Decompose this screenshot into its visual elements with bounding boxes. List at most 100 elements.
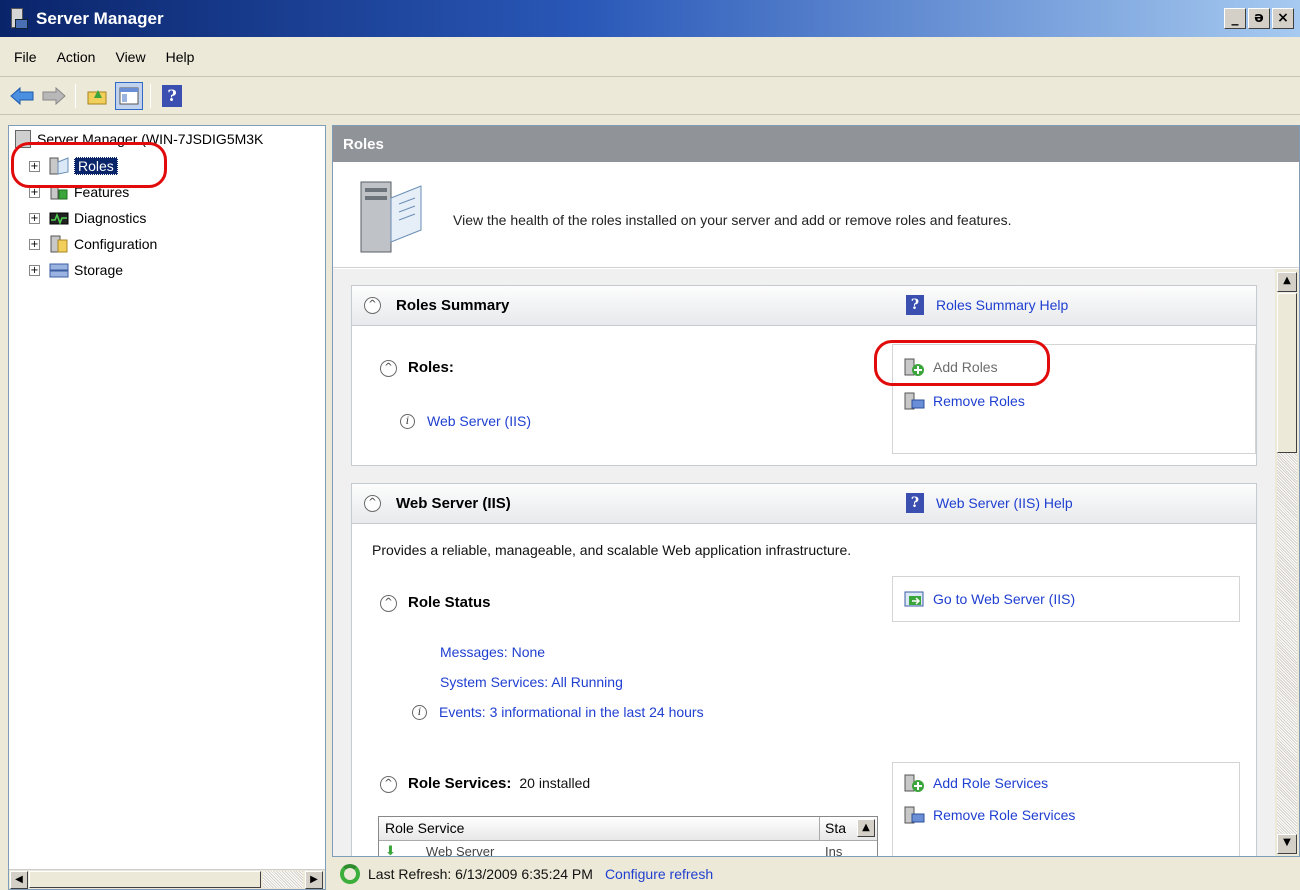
- go-to-icon: [904, 591, 924, 607]
- web-server-description: Provides a reliable, manageable, and sca…: [372, 542, 852, 558]
- remove-roles-button[interactable]: Remove Roles: [903, 391, 1025, 411]
- roles-subheading: Roles:: [408, 359, 454, 376]
- scroll-thumb[interactable]: [1277, 293, 1297, 453]
- menu-bar: File Action View Help: [0, 37, 1300, 77]
- go-to-web-server-button[interactable]: Go to Web Server (IIS): [903, 589, 1075, 609]
- folder-up-icon: [87, 90, 107, 105]
- role-services-count: 20 installed: [519, 775, 591, 791]
- configure-refresh-link[interactable]: Configure refresh: [605, 866, 713, 882]
- roles-banner: View the health of the roles installed o…: [333, 162, 1299, 268]
- tree-item-diagnostics[interactable]: + Diagnostics: [29, 208, 146, 228]
- web-server-header: ^ Web Server (IIS) ? Web Server (IIS) He…: [352, 484, 1256, 524]
- expand-icon[interactable]: +: [29, 212, 40, 224]
- last-refresh-text: Last Refresh: 6/13/2009 6:35:24 PM: [368, 866, 593, 882]
- diagnostics-icon: [49, 212, 69, 226]
- help-button[interactable]: ?: [158, 82, 186, 110]
- section-title: Roles Summary: [396, 297, 510, 314]
- maximize-button[interactable]: ǝ: [1248, 8, 1270, 29]
- help-icon: ?: [906, 295, 924, 315]
- page-title: Roles: [333, 126, 1299, 162]
- collapse-icon[interactable]: ^: [380, 776, 397, 793]
- refresh-icon: [340, 864, 360, 884]
- storage-icon: [49, 263, 69, 278]
- forward-button[interactable]: [40, 82, 68, 110]
- remove-role-services-button[interactable]: Remove Role Services: [903, 805, 1075, 825]
- roles-server-icon: [360, 181, 422, 253]
- toolbar-separator: [75, 84, 76, 108]
- show-hide-console-tree-button[interactable]: [115, 82, 143, 110]
- add-role-services-label: Add Role Services: [933, 775, 1049, 791]
- grid-header: Role Service Sta ▲: [379, 817, 877, 841]
- grid-scroll-up-icon[interactable]: ▲: [857, 819, 875, 837]
- menu-help[interactable]: Help: [158, 45, 207, 69]
- close-button[interactable]: ×: [1272, 8, 1294, 29]
- web-server-link[interactable]: Web Server (IIS): [427, 413, 531, 429]
- up-one-level-button[interactable]: [83, 82, 111, 110]
- tree-item-storage[interactable]: + Storage: [29, 260, 123, 280]
- role-services-heading: Role Services:: [408, 775, 512, 792]
- remove-role-services-icon: [904, 806, 925, 824]
- scroll-left-icon[interactable]: ◀: [10, 871, 28, 889]
- highlight-oval-add-roles: [874, 340, 1050, 386]
- events-link[interactable]: Events: 3 informational in the last 24 h…: [439, 704, 704, 720]
- help-icon: ?: [162, 85, 182, 107]
- remove-roles-label: Remove Roles: [933, 393, 1025, 409]
- messages-link[interactable]: Messages: None: [440, 644, 545, 660]
- title-bar: Server Manager _ ǝ ×: [0, 0, 1300, 37]
- server-manager-icon: [8, 7, 30, 31]
- role-status-heading: Role Status: [408, 594, 491, 611]
- grid-row[interactable]: ⬇ Web Server: [385, 843, 494, 856]
- roles-summary-help-link[interactable]: ? Roles Summary Help: [906, 295, 1068, 315]
- system-services-link[interactable]: System Services: All Running: [440, 674, 623, 690]
- toolbar: ?: [0, 78, 1300, 115]
- tree-horizontal-scrollbar[interactable]: ◀ ▶: [9, 869, 325, 889]
- scroll-thumb[interactable]: [29, 871, 261, 888]
- details-pane: Roles View the health of the roles insta…: [332, 125, 1300, 857]
- menu-view[interactable]: View: [107, 45, 157, 69]
- forward-arrow-icon: [42, 86, 66, 106]
- menu-file[interactable]: File: [6, 45, 49, 69]
- scroll-right-icon[interactable]: ▶: [305, 871, 323, 889]
- tree-item-label: Storage: [74, 262, 124, 278]
- collapse-icon[interactable]: ^: [364, 495, 381, 512]
- info-icon: i: [400, 413, 415, 429]
- menu-action[interactable]: Action: [49, 45, 108, 69]
- help-icon: ?: [906, 493, 924, 513]
- window-title: Server Manager: [36, 8, 164, 28]
- expand-icon[interactable]: +: [29, 264, 40, 276]
- role-services-grid[interactable]: Role Service Sta ▲ ⬇ Web Server Ins: [378, 816, 878, 857]
- back-button[interactable]: [8, 82, 36, 110]
- column-header-role-service[interactable]: Role Service: [385, 820, 464, 836]
- content-vertical-scrollbar[interactable]: ▲ ▼: [1275, 269, 1299, 856]
- console-tree: Server Manager (WIN-7JSDIG5M3K + Roles +…: [8, 125, 326, 890]
- toolbar-separator: [150, 84, 151, 108]
- back-arrow-icon: [10, 86, 34, 106]
- go-to-web-server-label: Go to Web Server (IIS): [933, 591, 1076, 607]
- remove-role-services-label: Remove Role Services: [933, 807, 1076, 823]
- minimize-button[interactable]: _: [1224, 8, 1246, 29]
- grid-row-status: Ins: [825, 844, 843, 857]
- role-item-web-server: i Web Server (IIS): [400, 413, 531, 429]
- expand-icon[interactable]: +: [29, 186, 40, 198]
- tree-item-configuration[interactable]: + Configuration: [29, 234, 157, 254]
- content-scroll-area: ^ Roles Summary ? Roles Summary Help ^ R…: [333, 269, 1275, 857]
- collapse-icon[interactable]: ^: [364, 297, 381, 314]
- tree-item-label: Diagnostics: [74, 210, 147, 226]
- link-label: Web Server (IIS) Help: [936, 495, 1073, 511]
- console-tree-icon: [119, 87, 139, 105]
- column-header-status[interactable]: Sta: [825, 820, 846, 836]
- add-role-services-button[interactable]: Add Role Services: [903, 773, 1048, 793]
- scroll-down-icon[interactable]: ▼: [1277, 834, 1297, 854]
- role-services-heading-row: Role Services: 20 installed: [408, 775, 590, 792]
- web-server-help-link[interactable]: ? Web Server (IIS) Help: [906, 493, 1073, 513]
- scroll-track[interactable]: [263, 871, 303, 888]
- roles-summary-header: ^ Roles Summary ? Roles Summary Help: [352, 286, 1256, 326]
- collapse-icon[interactable]: ^: [380, 360, 397, 377]
- status-bar: Last Refresh: 6/13/2009 6:35:24 PM Confi…: [332, 858, 1300, 890]
- link-label: Roles Summary Help: [936, 297, 1069, 313]
- info-icon: i: [412, 704, 427, 720]
- expand-icon[interactable]: +: [29, 238, 40, 250]
- banner-description: View the health of the roles installed o…: [453, 212, 1012, 228]
- scroll-up-icon[interactable]: ▲: [1277, 272, 1297, 292]
- collapse-icon[interactable]: ^: [380, 595, 397, 612]
